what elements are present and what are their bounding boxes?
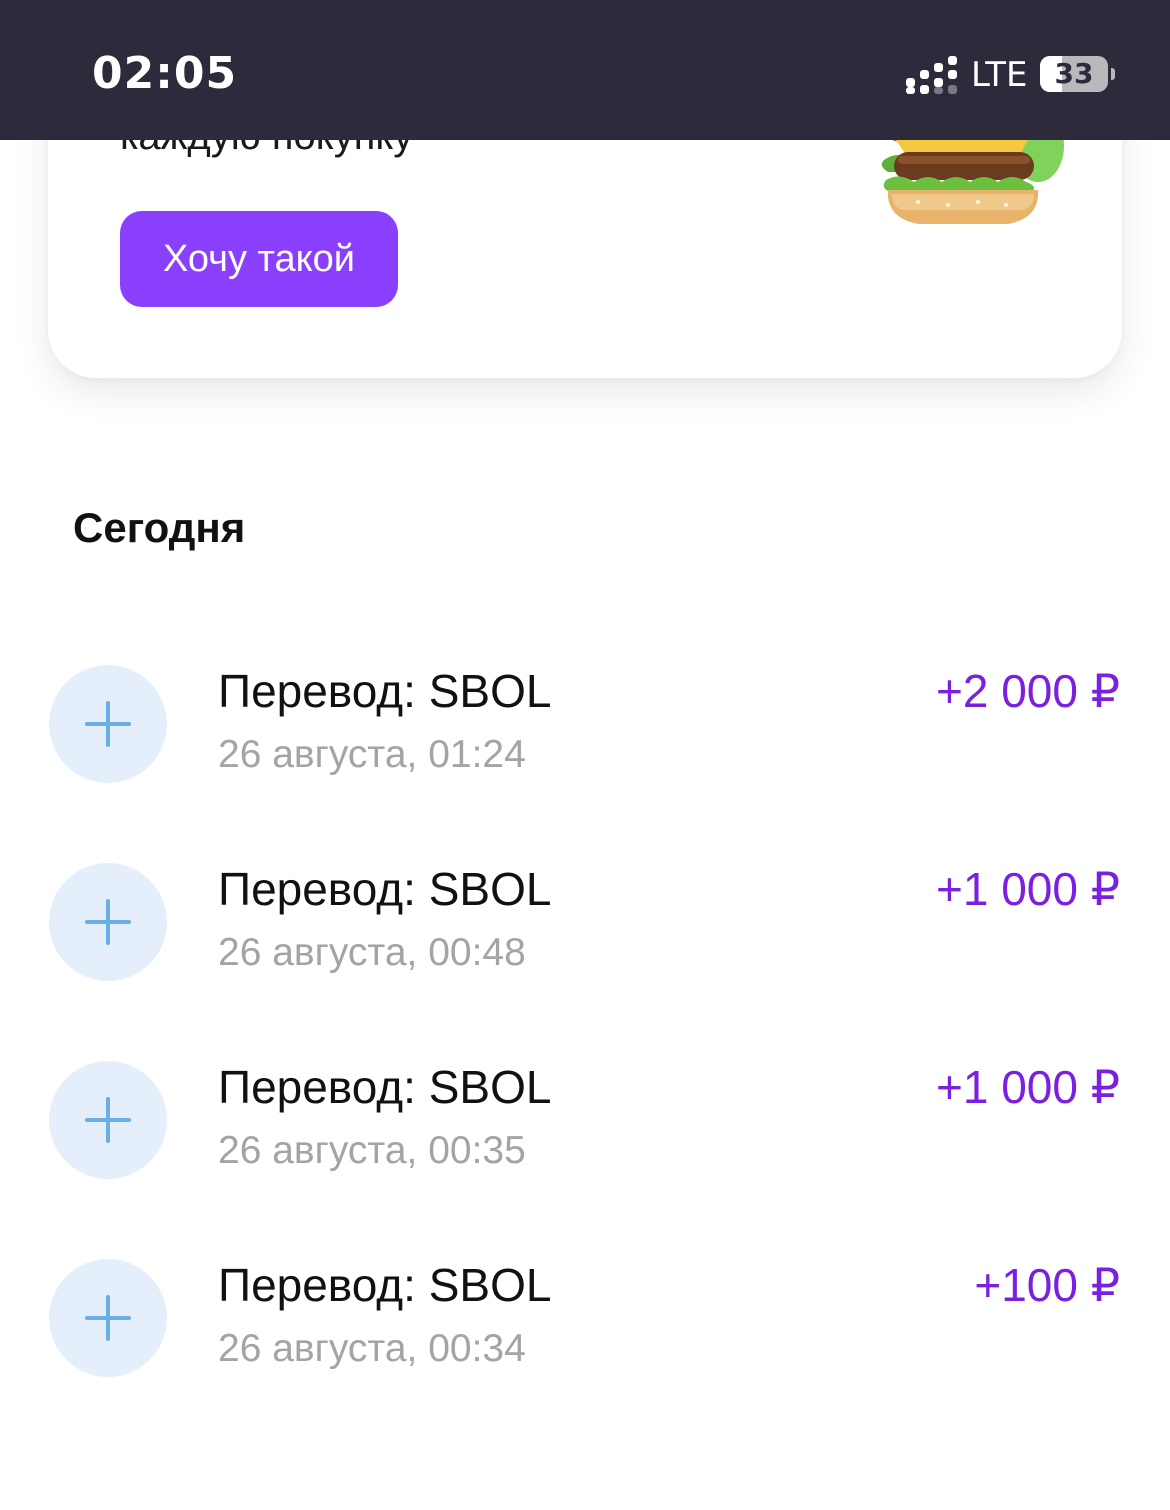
transaction-amount: +100 ₽ <box>974 1259 1120 1311</box>
plus-icon <box>85 899 131 945</box>
section-title-today: Сегодня <box>73 504 246 551</box>
plus-icon <box>85 701 131 747</box>
transaction-icon-circle <box>49 1061 167 1179</box>
battery-icon: 33 <box>1040 56 1108 92</box>
battery-tip <box>1111 68 1115 80</box>
transaction-date: 26 августа, 00:48 <box>218 931 526 974</box>
plus-icon <box>85 1295 131 1341</box>
transaction-row[interactable]: Перевод: SBOL 26 августа, 00:48 +1 000 ₽ <box>0 824 1170 1022</box>
transaction-title: Перевод: SBOL <box>218 863 552 915</box>
transaction-icon-circle <box>49 863 167 981</box>
transaction-amount: +1 000 ₽ <box>935 1061 1120 1113</box>
plus-icon <box>85 1097 131 1143</box>
status-time: 02:05 <box>92 48 238 99</box>
transaction-row[interactable]: Перевод: SBOL 26 августа, 01:24 +2 000 ₽ <box>0 626 1170 824</box>
network-label: LTE <box>971 55 1028 95</box>
status-bar: 02:05 LTE 33 <box>0 0 1170 140</box>
transaction-title: Перевод: SBOL <box>218 665 552 717</box>
want-card-button[interactable]: Хочу такой <box>120 211 398 307</box>
transaction-icon-circle <box>49 665 167 783</box>
transaction-row[interactable]: Перевод: SBOL 26 августа, 00:34 +100 ₽ <box>0 1220 1170 1418</box>
transaction-date: 26 августа, 00:34 <box>218 1327 526 1370</box>
transaction-title: Перевод: SBOL <box>218 1061 552 1113</box>
signal-icon <box>906 56 957 94</box>
transaction-amount: +1 000 ₽ <box>935 863 1120 915</box>
transaction-list: Перевод: SBOL 26 августа, 01:24 +2 000 ₽… <box>0 626 1170 1418</box>
transaction-row[interactable]: Перевод: SBOL 26 августа, 00:35 +1 000 ₽ <box>0 1022 1170 1220</box>
transaction-amount: +2 000 ₽ <box>935 665 1120 717</box>
transaction-icon-circle <box>49 1259 167 1377</box>
transaction-date: 26 августа, 00:35 <box>218 1129 526 1172</box>
transaction-title: Перевод: SBOL <box>218 1259 552 1311</box>
battery-percent: 33 <box>1054 57 1094 90</box>
transaction-date: 26 августа, 01:24 <box>218 733 526 776</box>
